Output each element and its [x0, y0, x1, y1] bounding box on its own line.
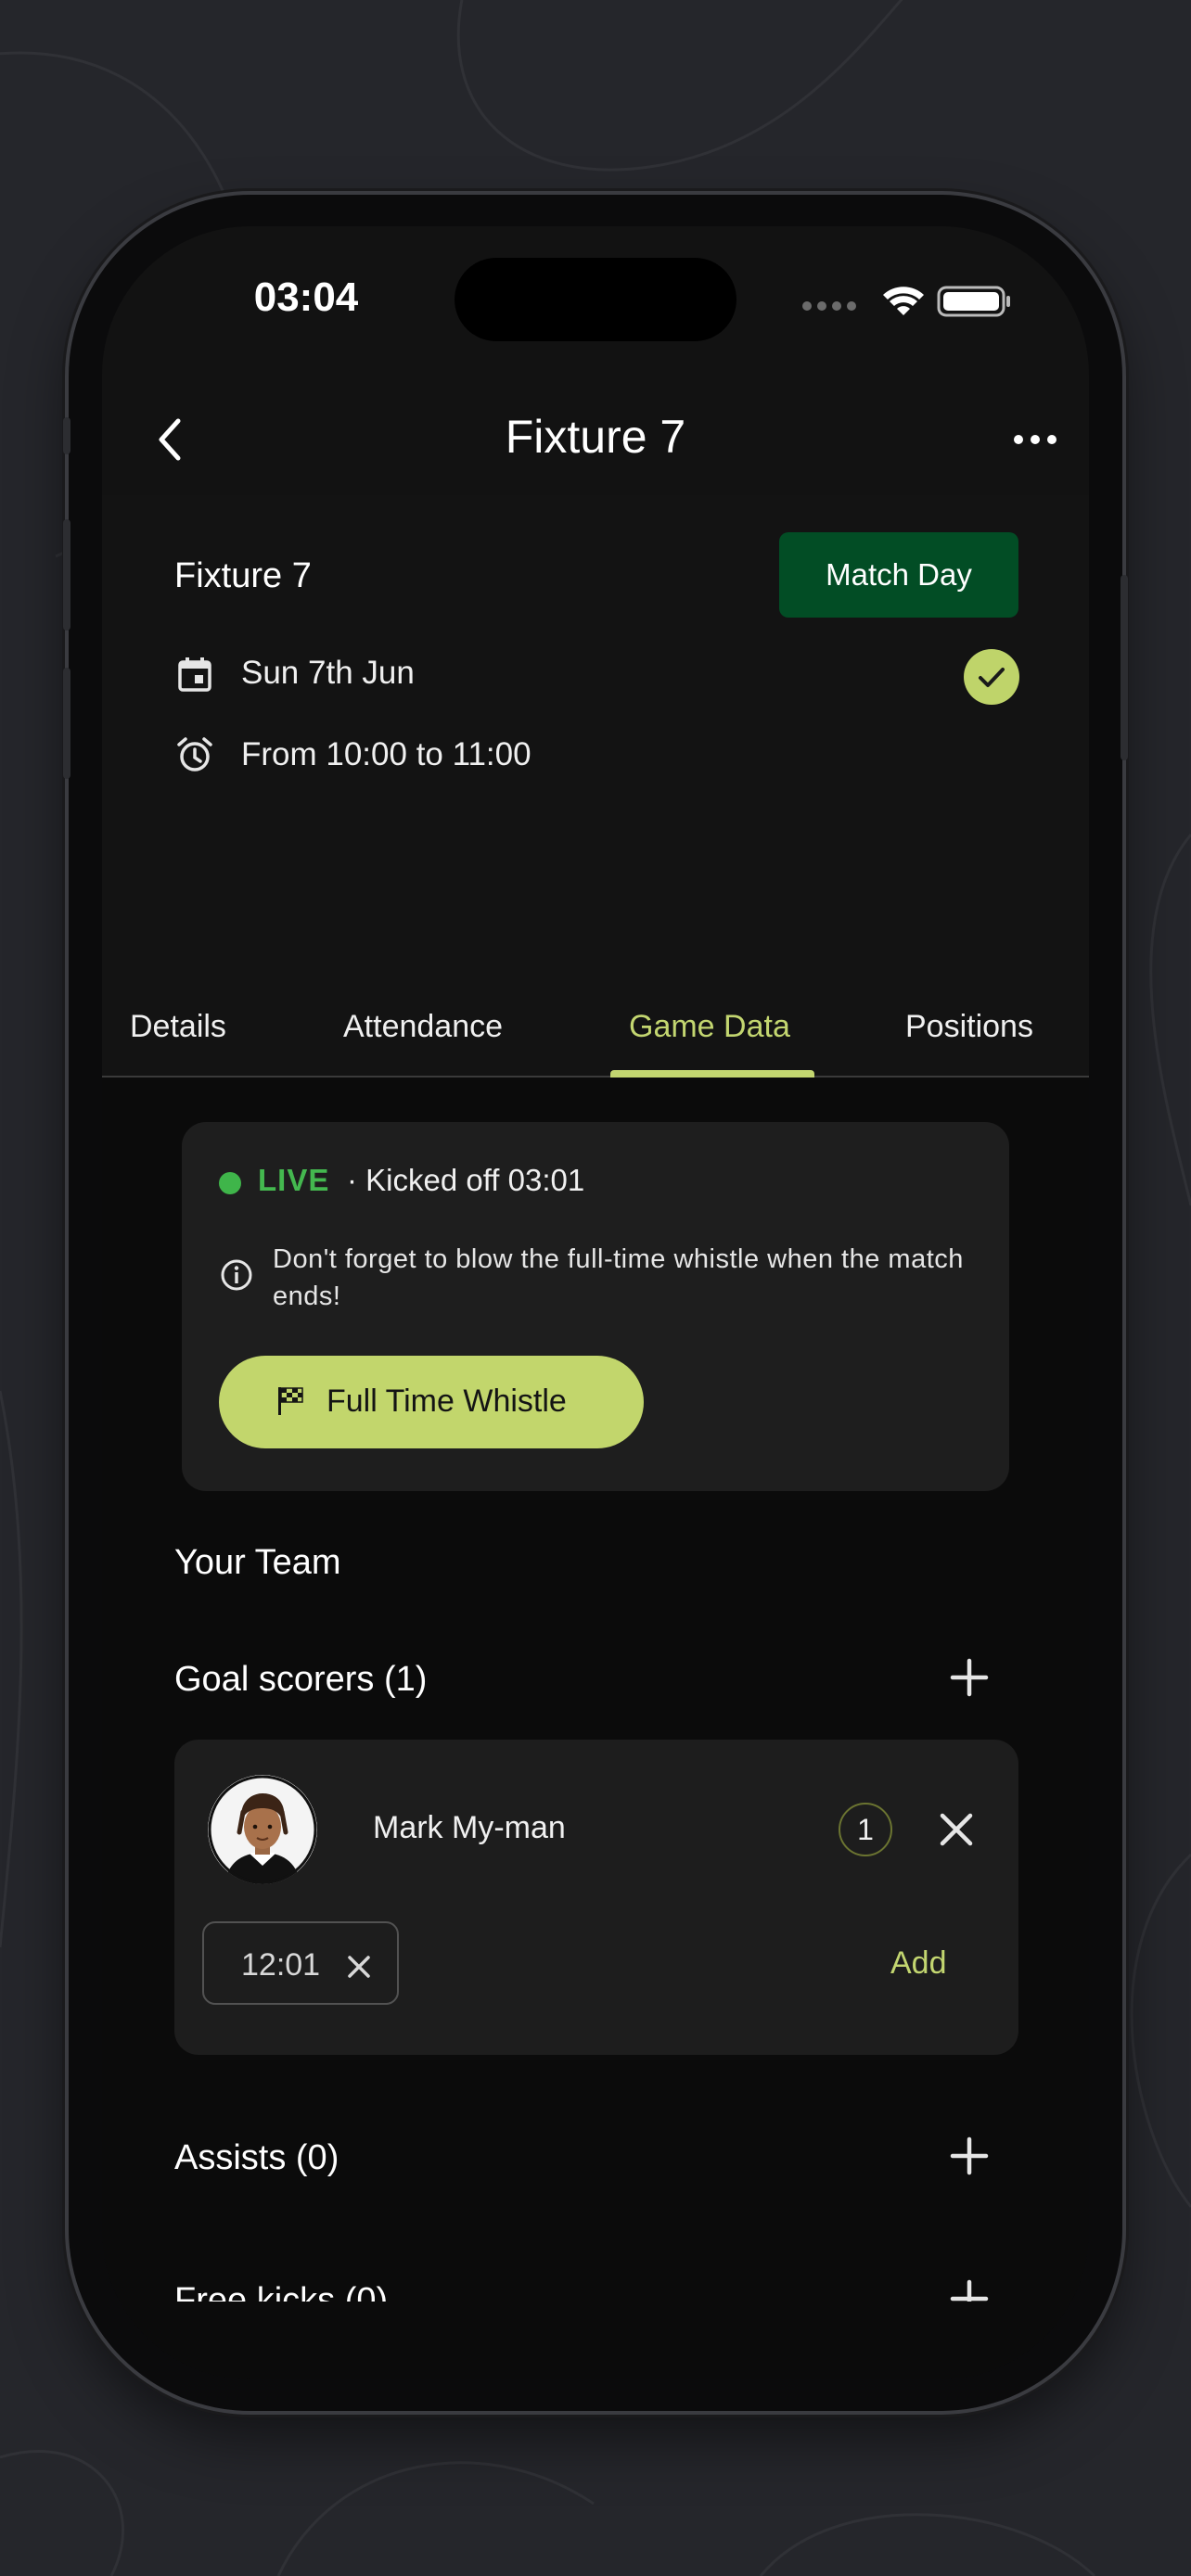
tab-game-data[interactable]: Game Data [629, 1009, 790, 1045]
active-tab-indicator [610, 1070, 814, 1078]
assists-title: Assists (0) [174, 2138, 339, 2177]
team-heading: Your Team [174, 1543, 341, 1582]
live-status-card: LIVE · Kicked off 03:01 Don't forget to … [182, 1122, 1009, 1491]
free-kicks-row: Free kicks (0) [102, 2274, 1089, 2302]
alarm-clock-icon [177, 737, 212, 772]
status-time: 03:04 [253, 274, 359, 320]
player-name: Mark My-man [373, 1810, 566, 1845]
fixture-title: Fixture 7 [174, 556, 312, 595]
goal-count-badge: 1 [839, 1803, 892, 1856]
free-kicks-title: Free kicks (0) [174, 2281, 389, 2302]
match-day-badge[interactable]: Match Day [779, 532, 1018, 618]
goal-scorers-title: Goal scorers (1) [174, 1660, 428, 1699]
fixture-time: From 10:00 to 11:00 [241, 736, 531, 772]
goal-scorer-card: Mark My-man 1 12:01 Add [174, 1740, 1018, 2055]
tab-details[interactable]: Details [130, 1009, 226, 1045]
player-avatar [208, 1775, 317, 1884]
dynamic-island [455, 258, 736, 341]
tab-attendance[interactable]: Attendance [343, 1009, 503, 1045]
calendar-icon [178, 657, 211, 692]
add-free-kick-icon[interactable] [944, 2274, 994, 2302]
page-title: Fixture 7 [505, 411, 686, 463]
chevron-left-icon[interactable] [143, 412, 198, 467]
game-data-content: LIVE · Kicked off 03:01 Don't forget to … [102, 1078, 1089, 2379]
add-goal-scorer-icon[interactable] [944, 1652, 994, 1702]
nav-bar: Fixture 7 [102, 384, 1089, 495]
fixture-date: Sun 7th Jun [241, 655, 415, 691]
live-label: LIVE [258, 1163, 330, 1197]
power-button [1121, 575, 1128, 760]
volume-button [63, 668, 70, 779]
info-icon [221, 1259, 252, 1291]
add-goal-time-button[interactable]: Add [890, 1945, 947, 1982]
full-time-whistle-button[interactable]: Full Time Whistle [219, 1356, 644, 1448]
kickoff-text: · Kicked off 03:01 [347, 1163, 585, 1197]
signal-icon [802, 301, 856, 311]
tab-positions[interactable]: Positions [905, 1009, 1033, 1045]
phone-screen: 03:04 Fixture 7 Fixture 7 Match Day Sun … [102, 226, 1089, 2379]
check-icon [979, 668, 1005, 687]
add-assist-icon[interactable] [944, 2131, 994, 2181]
checkered-flag-icon [278, 1387, 303, 1415]
volume-button [63, 417, 70, 454]
live-dot-icon [219, 1172, 241, 1194]
close-icon[interactable] [933, 1806, 980, 1853]
confirmed-badge [964, 649, 1019, 705]
goal-time: 12:01 [241, 1947, 321, 1983]
close-icon[interactable] [343, 1951, 375, 1983]
whistle-reminder: Don't forget to blow the full-time whist… [273, 1244, 964, 1311]
volume-button [63, 519, 70, 631]
goal-time-chip[interactable]: 12:01 [202, 1921, 399, 2005]
full-time-whistle-label: Full Time Whistle [327, 1384, 567, 1419]
wifi-icon [883, 287, 924, 315]
status-icons [802, 286, 1010, 317]
more-horizontal-icon[interactable] [1007, 412, 1063, 467]
battery-icon [937, 286, 1010, 317]
tab-bar: Details Attendance Game Data Positions [102, 968, 1089, 1078]
